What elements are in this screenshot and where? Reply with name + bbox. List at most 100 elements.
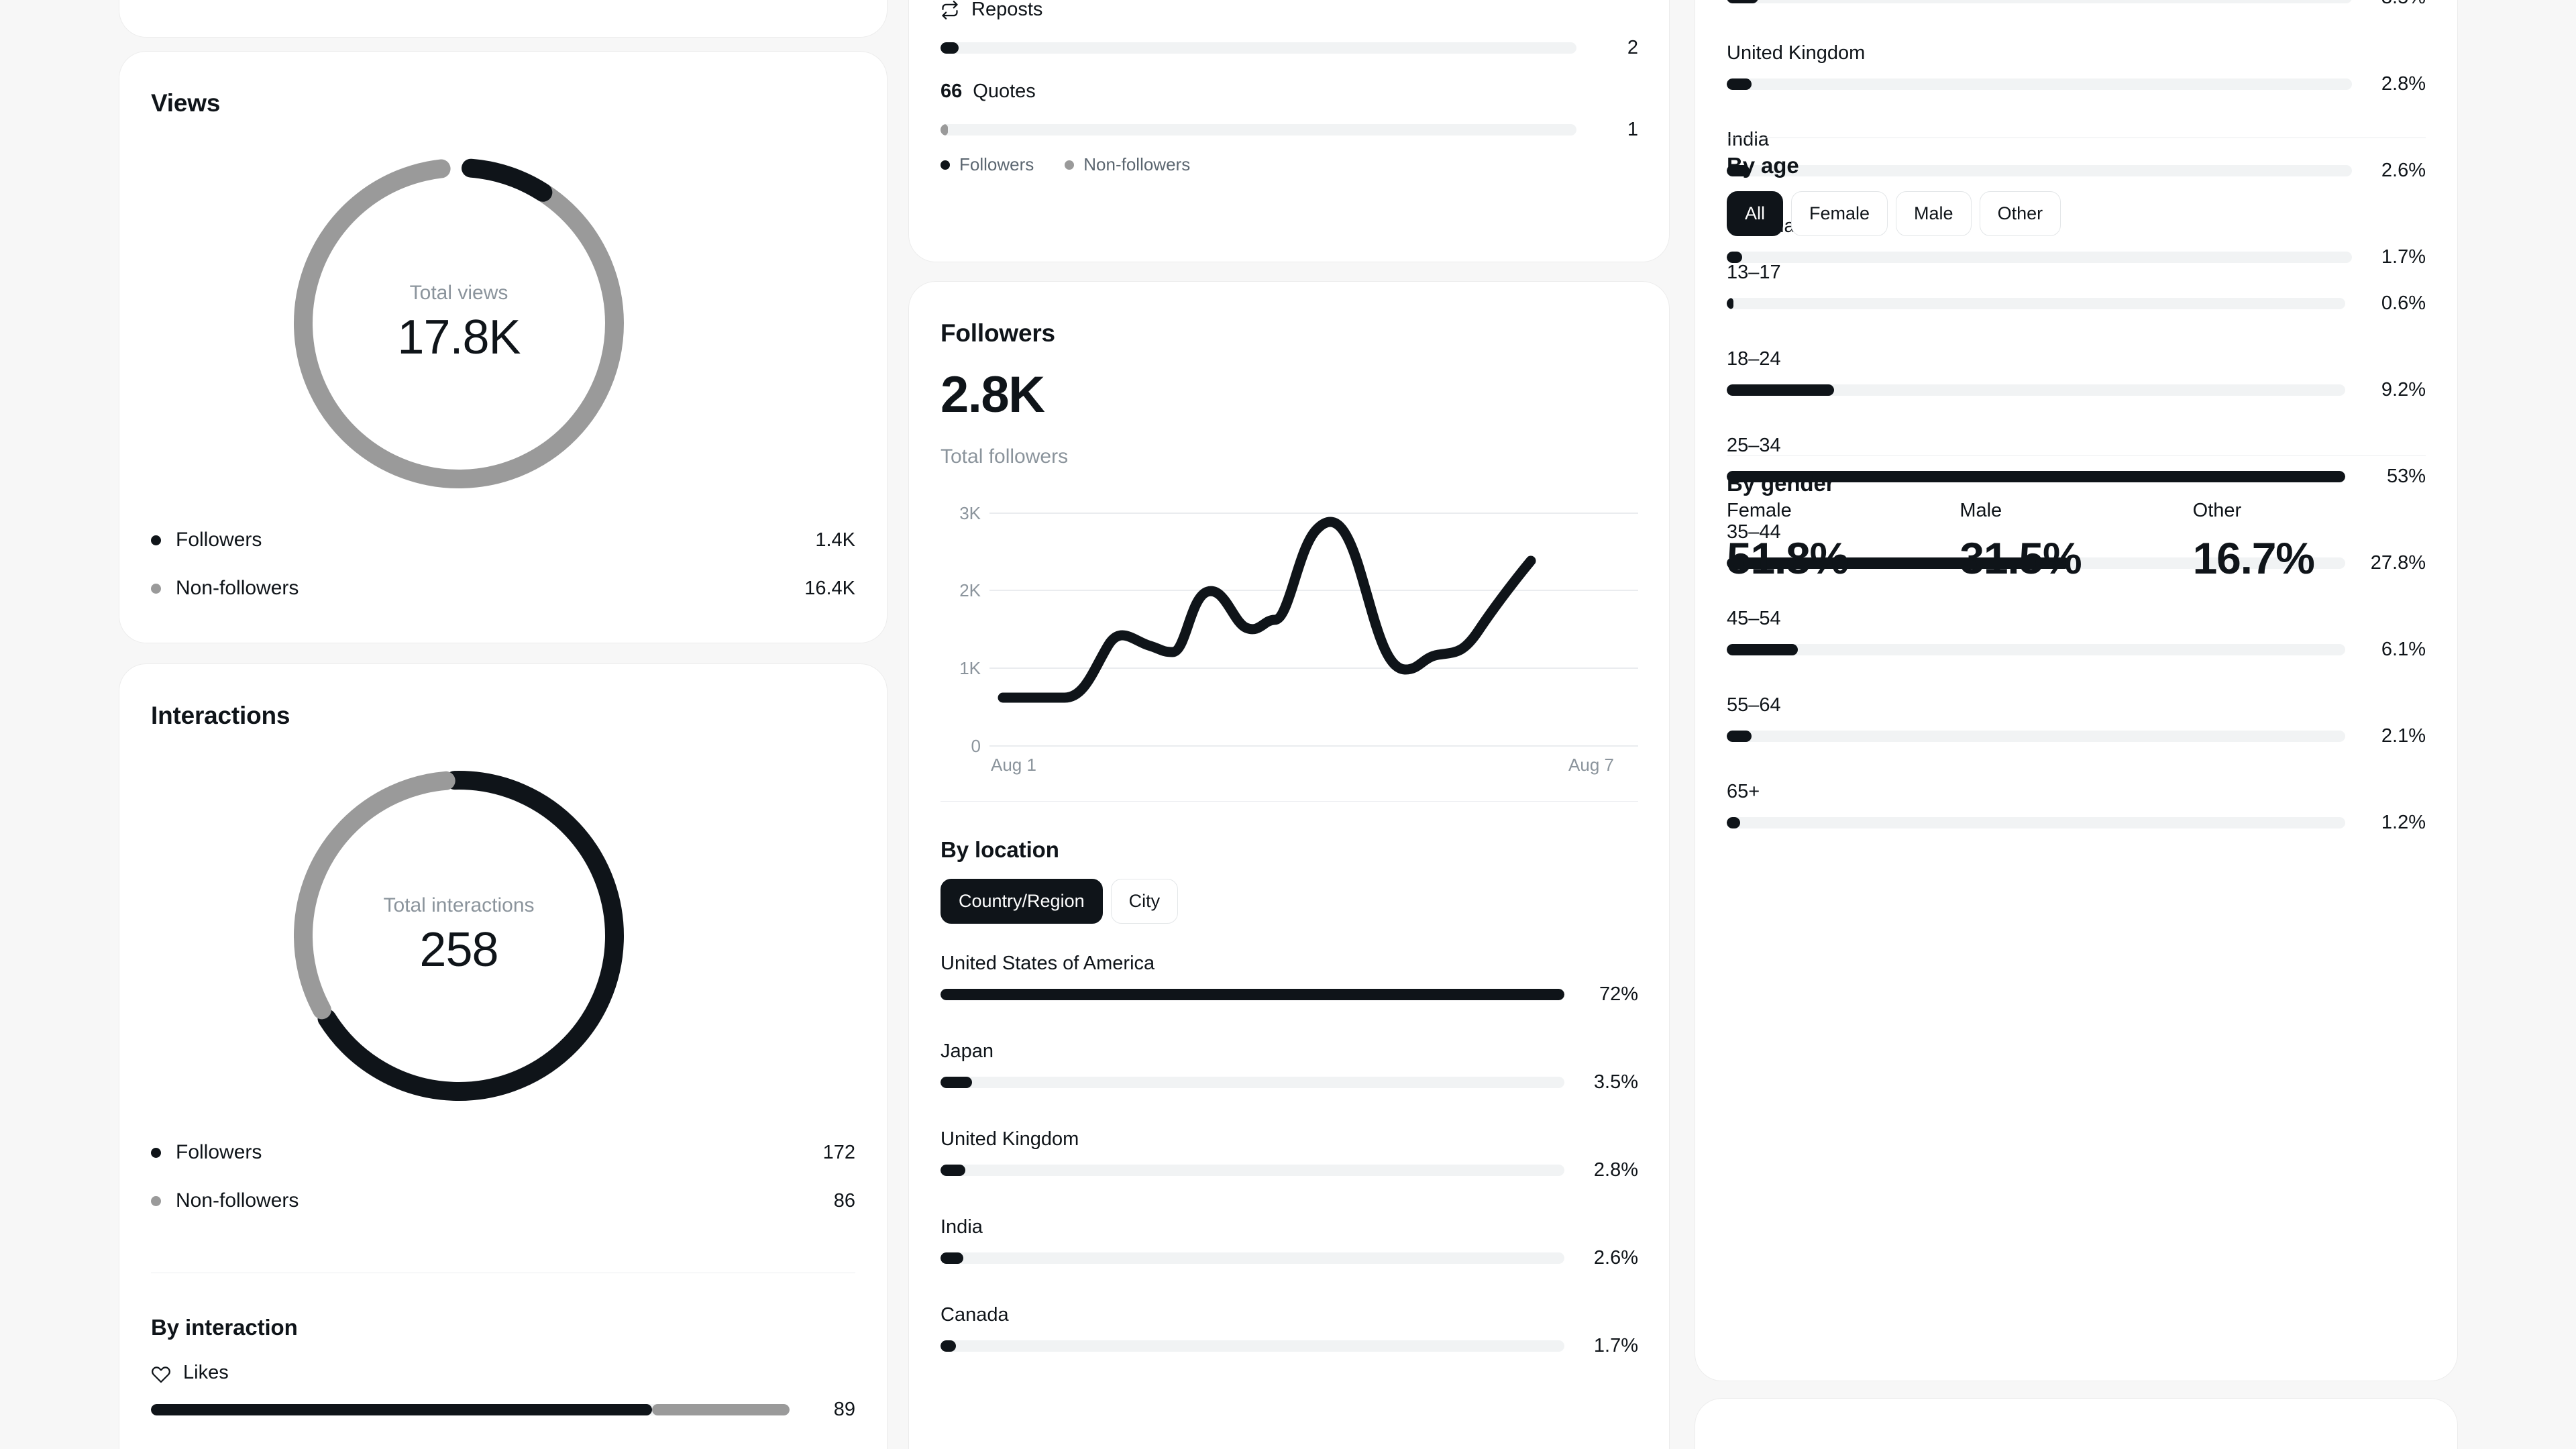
by-location-row-value: 2.8% <box>1593 1159 1638 1181</box>
quotes-bar-track <box>941 124 1576 136</box>
views-legend: Followers 1.4K Non-followers 16.4K <box>151 519 855 605</box>
heart-icon <box>151 1363 171 1383</box>
by-location-bar-track <box>941 1340 1564 1352</box>
by-location-bar-fill <box>1727 0 1758 3</box>
by-interaction-bar-fill-nonfollowers <box>652 1404 790 1415</box>
left-column: Views Total views 17.8K Followers 1.4K N… <box>119 0 887 1449</box>
legend-item-followers: Followers 1.4K <box>151 523 855 557</box>
legend-label-followers: Followers <box>176 529 262 551</box>
legend-dot-followers <box>941 160 950 170</box>
legend-label-nonfollowers: Non-followers <box>1083 154 1191 174</box>
legend-dot-nonfollowers <box>1065 160 1075 170</box>
by-location-row-label: Japan <box>941 1040 994 1062</box>
legend-dot-followers <box>151 1147 161 1158</box>
reposts-label: Reposts <box>971 0 1043 20</box>
by-age-tab-female[interactable]: Female <box>1791 191 1888 236</box>
by-location-row-bar: 2.8% <box>1727 73 2426 95</box>
by-age-row: 45–54 6.1% <box>1727 608 2426 661</box>
audience-card: 3.5% United Kingdom 2.8% India <box>1695 0 2457 1381</box>
by-age-tabs[interactable]: All Female Male Other <box>1727 191 2061 236</box>
quotes-bar-row: 1 <box>941 119 1638 141</box>
quotes-block: 66 Quotes 1 <box>941 80 1638 141</box>
by-location-row-value: 2.6% <box>1593 1247 1638 1269</box>
by-location-bar-fill <box>941 1340 957 1352</box>
reposts-bar-row: 2 <box>941 37 1638 59</box>
by-location-row-label: India <box>1727 129 1769 150</box>
engagement-card: Reposts 2 66 Quotes 1 Followers Non-foll… <box>909 0 1669 262</box>
followers-line-path <box>998 517 1536 703</box>
views-card-title: Views <box>151 89 221 117</box>
by-interaction-bar-fill-followers <box>151 1404 653 1415</box>
by-age-bar-fill <box>1727 731 1752 742</box>
legend-item-nonfollowers: Non-followers 16.4K <box>151 572 855 605</box>
by-location-tab-city[interactable]: City <box>1110 879 1179 924</box>
by-age-tab-male[interactable]: Male <box>1896 191 1972 236</box>
by-location-row-label: India <box>941 1216 983 1238</box>
engagement-legend-followers: Followers <box>941 154 1034 175</box>
ytick-3k: 3K <box>959 503 981 523</box>
by-location-title: By location <box>941 837 1059 862</box>
interactions-donut-label: Total interactions <box>383 894 535 916</box>
by-age-row-bar: 6.1% <box>1727 639 2426 661</box>
by-location-tabs[interactable]: Country/Region City <box>941 879 1179 924</box>
legend-value-followers: 172 <box>822 1141 855 1163</box>
by-gender-cell-male: Male 31.5% <box>1960 500 2192 584</box>
by-location-row-value: 2.6% <box>2381 160 2426 181</box>
by-interaction-value: 89 <box>833 1399 855 1420</box>
by-location-row-label: United States of America <box>941 953 1155 974</box>
by-age-row-value: 9.2% <box>2381 379 2426 400</box>
by-gender-cell-other: Other 16.7% <box>2193 500 2426 584</box>
by-interaction-label: Likes <box>183 1362 229 1383</box>
legend-item-followers: Followers 172 <box>151 1136 855 1169</box>
legend-label-nonfollowers: Non-followers <box>176 577 299 599</box>
by-age-bar-track <box>1727 384 2345 396</box>
middle-column: Reposts 2 66 Quotes 1 Followers Non-foll… <box>909 0 1669 1449</box>
by-location-bar-fill <box>941 1252 964 1264</box>
by-interaction-title: By interaction <box>151 1315 298 1340</box>
by-location-tab-country-region[interactable]: Country/Region <box>941 879 1103 924</box>
by-age-title: By age <box>1727 153 1799 178</box>
by-age-row-value: 53% <box>2386 466 2426 487</box>
by-age-bar-fill <box>1727 644 1799 655</box>
by-age-tab-other[interactable]: Other <box>1979 191 2061 236</box>
by-interaction-bar-track <box>151 1404 790 1415</box>
by-age-row-value: 2.1% <box>2381 725 2426 747</box>
by-location-bar-track <box>941 1165 1564 1176</box>
by-location-row-value: 72% <box>1599 983 1638 1005</box>
by-location-row-value: 1.7% <box>1593 1335 1638 1356</box>
interactions-card: Interactions Total interactions 258 Foll… <box>119 664 887 1449</box>
analytics-dashboard: Views Total views 17.8K Followers 1.4K N… <box>0 0 2576 1449</box>
quotes-bar-fill <box>941 124 949 136</box>
by-age-row-label: 13–17 <box>1727 262 1781 283</box>
views-donut-label: Total views <box>409 282 508 304</box>
repost-icon <box>941 0 959 19</box>
by-location-row-bar: 1.7% <box>941 1335 1638 1357</box>
by-location-bar-fill <box>941 1077 972 1088</box>
legend-label-nonfollowers: Non-followers <box>176 1189 299 1212</box>
legend-value-nonfollowers: 16.4K <box>804 577 855 599</box>
by-age-bar-track <box>1727 298 2345 309</box>
legend-dot-followers <box>151 535 161 545</box>
by-location-row-label: United Kingdom <box>1727 42 1866 64</box>
views-card: Views Total views 17.8K Followers 1.4K N… <box>119 52 887 643</box>
by-gender-label-female: Female <box>1727 500 1792 521</box>
by-age-row-label: 18–24 <box>1727 348 1781 370</box>
by-location-row-label: United Kingdom <box>941 1128 1079 1150</box>
by-gender-value-female: 51.8% <box>1727 533 1849 583</box>
by-age-row: 55–64 2.1% <box>1727 694 2426 747</box>
by-age-row: 65+ 1.2% <box>1727 781 2426 834</box>
by-location-row-bar: 72% <box>941 983 1638 1006</box>
views-donut-value: 17.8K <box>397 311 521 364</box>
quotes-header: 66 Quotes <box>941 80 1638 103</box>
by-age-tab-all[interactable]: All <box>1727 191 1784 236</box>
reposts-header: Reposts <box>941 0 1638 21</box>
by-location-bar-track <box>941 1252 1564 1264</box>
engagement-legend-nonfollowers: Non-followers <box>1065 154 1190 175</box>
by-location-row-value: 3.5% <box>2352 0 2426 9</box>
by-location-row: Canada 1.7% <box>941 1304 1638 1357</box>
by-age-row-bar: 1.2% <box>1727 812 2426 834</box>
reposts-bar-fill <box>941 42 959 54</box>
by-gender-label-male: Male <box>1960 500 2002 521</box>
by-location-bar-track <box>1727 0 2352 3</box>
views-donut-center: Total views 17.8K <box>281 146 637 501</box>
